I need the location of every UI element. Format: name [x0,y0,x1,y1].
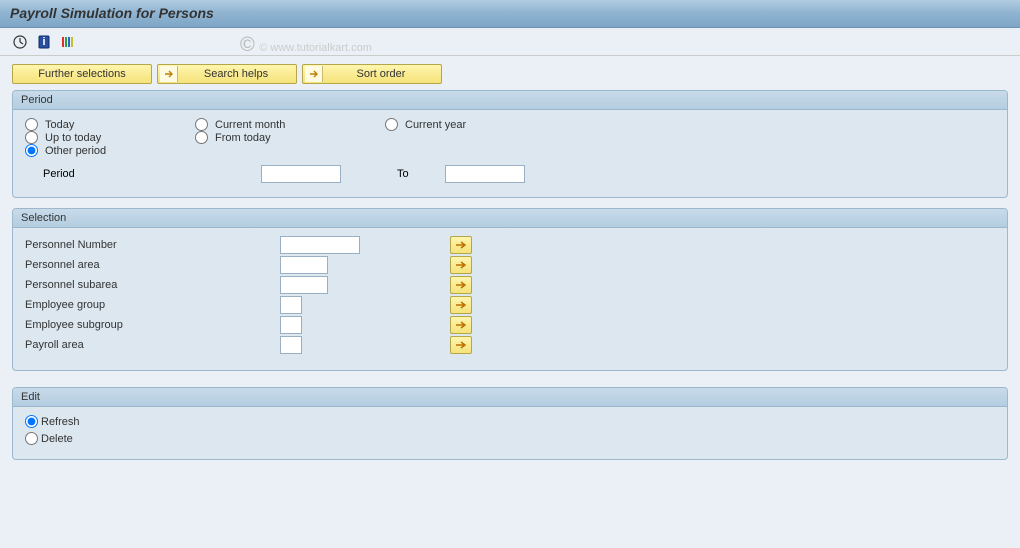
arrow-right-icon [455,260,467,270]
label-today: Today [45,119,74,131]
multiple-selection-button[interactable] [450,256,472,274]
label-to: To [397,168,437,180]
edit-groupbox: Edit Refresh Delete [12,387,1008,460]
label-from-today: From today [215,132,271,144]
radio-other-period[interactable] [25,144,38,157]
search-helps-button[interactable]: Search helps [157,64,297,84]
selection-input[interactable] [280,256,328,274]
radio-current-month[interactable] [195,118,208,131]
selection-buttons-row: Further selections Search helps Sort ord… [12,64,1008,84]
label-current-month: Current month [215,119,285,131]
rainbow-icon[interactable] [58,32,78,52]
search-helps-label: Search helps [204,68,268,80]
selection-groupbox: Selection Personnel Number Personnel area… [12,208,1008,371]
label-delete: Delete [41,433,73,445]
radio-today[interactable] [25,118,38,131]
multiple-selection-button[interactable] [450,276,472,294]
selection-input[interactable] [280,236,360,254]
selection-row: Employee subgroup [25,316,995,334]
arrow-right-icon [455,280,467,290]
selection-row: Personnel subarea [25,276,995,294]
radio-delete[interactable] [25,432,38,445]
selection-row: Personnel area [25,256,995,274]
radio-from-today[interactable] [195,131,208,144]
window-title: Payroll Simulation for Persons [0,0,1020,28]
multiple-selection-button[interactable] [450,336,472,354]
multiple-selection-button[interactable] [450,296,472,314]
arrow-right-icon [455,320,467,330]
period-title: Period [13,91,1007,110]
selection-label: Personnel Number [25,239,280,251]
arrow-right-icon [455,300,467,310]
selection-row: Employee group [25,296,995,314]
selection-label: Employee subgroup [25,319,280,331]
sort-order-button[interactable]: Sort order [302,64,442,84]
arrow-right-icon [160,66,178,82]
app-toolbar: i [0,28,1020,56]
selection-input[interactable] [280,296,302,314]
further-selections-button[interactable]: Further selections [12,64,152,84]
svg-text:i: i [42,36,45,48]
arrow-right-icon [455,340,467,350]
arrow-right-icon [305,66,323,82]
sort-order-label: Sort order [357,68,406,80]
multiple-selection-button[interactable] [450,236,472,254]
input-period-to[interactable] [445,165,525,183]
radio-current-year[interactable] [385,118,398,131]
selection-label: Personnel subarea [25,279,280,291]
selection-row: Personnel Number [25,236,995,254]
selection-input[interactable] [280,316,302,334]
selection-row: Payroll area [25,336,995,354]
selection-input[interactable] [280,276,328,294]
selection-label: Payroll area [25,339,280,351]
selection-label: Personnel area [25,259,280,271]
selection-input[interactable] [280,336,302,354]
period-groupbox: Period Today Current month Current year [12,90,1008,198]
info-icon[interactable]: i [34,32,54,52]
input-period-from[interactable] [261,165,341,183]
radio-up-to-today[interactable] [25,131,38,144]
multiple-selection-button[interactable] [450,316,472,334]
arrow-right-icon [455,240,467,250]
selection-title: Selection [13,209,1007,228]
radio-refresh[interactable] [25,415,38,428]
label-other-period: Other period [45,145,106,157]
execute-icon[interactable] [10,32,30,52]
label-period: Period [43,168,253,180]
label-current-year: Current year [405,119,466,131]
edit-title: Edit [13,388,1007,407]
selection-label: Employee group [25,299,280,311]
label-refresh: Refresh [41,416,80,428]
label-up-to-today: Up to today [45,132,101,144]
